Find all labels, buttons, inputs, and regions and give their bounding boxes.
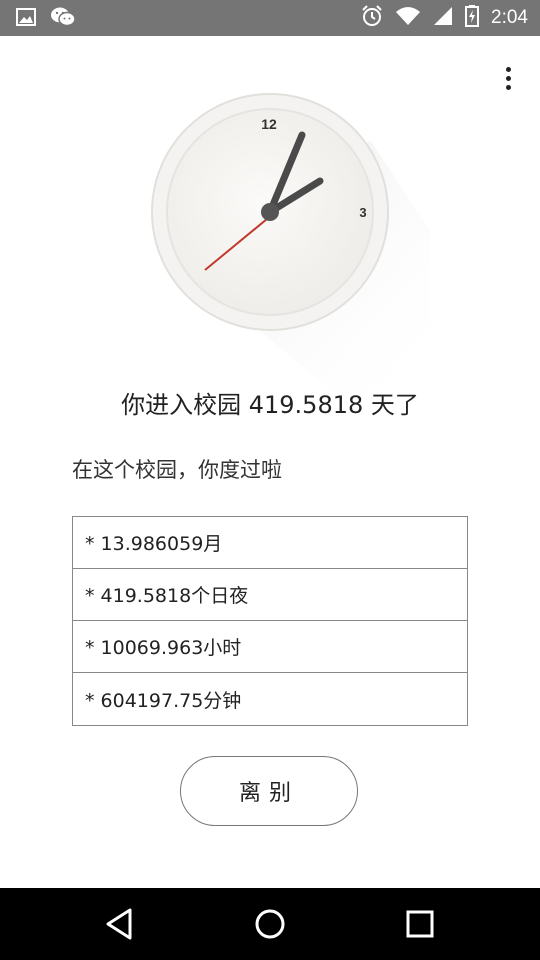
signal-icon — [433, 6, 453, 30]
leave-button[interactable]: 离别 — [180, 756, 358, 826]
stats-row-hours: * 10069.963小时 — [73, 621, 467, 673]
stats-row-days: * 419.5818个日夜 — [73, 569, 467, 621]
alarm-icon — [361, 5, 383, 31]
back-icon[interactable] — [100, 906, 140, 942]
stats-row-minutes: * 604197.75分钟 — [85, 689, 242, 712]
status-time: 2:04 — [491, 7, 528, 28]
navigation-bar — [0, 888, 540, 960]
image-icon — [16, 8, 36, 30]
wechat-icon — [50, 6, 76, 32]
more-vert-icon[interactable] — [498, 62, 518, 94]
recents-icon[interactable] — [400, 906, 440, 942]
stats-intro: 在这个校园，你度过啦 — [72, 458, 282, 482]
battery-charging-icon — [465, 5, 480, 31]
stats-row-months: * 13.986059月 — [73, 517, 467, 569]
home-icon[interactable] — [250, 906, 290, 942]
clock-label-12: 12 — [261, 116, 277, 132]
stats-table: * 13.986059月 * 419.5818个日夜 * 10069.963小时… — [72, 516, 468, 726]
days-headline: 你进入校园 419.5818 天了 — [121, 391, 419, 419]
wifi-icon — [395, 6, 421, 30]
clock-illustration: 12 3 — [140, 80, 430, 390]
status-bar: 2:04 — [0, 0, 540, 36]
clock-label-3: 3 — [359, 205, 366, 220]
